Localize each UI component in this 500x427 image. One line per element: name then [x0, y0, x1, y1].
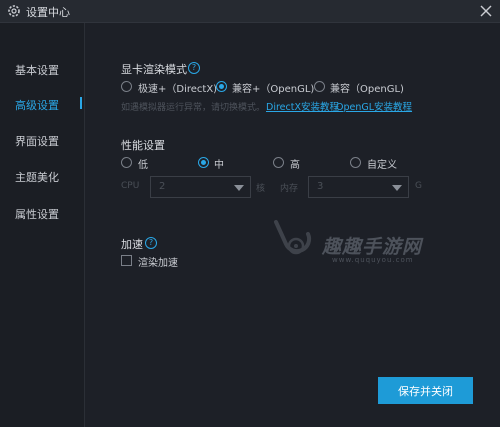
performance-medium-label[interactable]: 中 — [214, 156, 224, 171]
performance-heading: 性能设置 — [121, 139, 165, 152]
dropdown-arrow-icon — [392, 185, 402, 191]
performance-custom-radio[interactable] — [350, 157, 361, 168]
performance-medium-radio[interactable] — [198, 157, 209, 168]
render-option-opengl-plus-label[interactable]: 兼容+（OpenGL) — [232, 80, 314, 95]
cpu-unit: 核 — [256, 184, 266, 194]
render-mode-note: 如遇模拟器运行异常，请切换模式。 — [121, 103, 266, 113]
help-icon[interactable]: ? — [188, 62, 200, 74]
cpu-value: 2 — [159, 181, 166, 192]
sidebar-item-properties[interactable]: 属性设置 — [15, 206, 59, 222]
save-and-close-button[interactable]: 保存并关闭 — [378, 377, 473, 404]
cpu-select[interactable]: 2 — [150, 176, 251, 198]
help-icon[interactable]: ? — [145, 237, 157, 249]
render-option-opengl-radio[interactable] — [314, 81, 325, 92]
dropdown-arrow-icon — [234, 185, 244, 191]
watermark-url: www.ququyou.com — [332, 256, 414, 264]
render-option-directx-label[interactable]: 极速+（DirectX) — [138, 80, 217, 95]
sidebar-item-interface[interactable]: 界面设置 — [15, 133, 59, 149]
performance-high-label[interactable]: 高 — [290, 156, 300, 171]
sidebar-item-advanced[interactable]: 高级设置 — [15, 97, 59, 113]
memory-label: 内存 — [280, 184, 299, 194]
memory-value: 3 — [317, 181, 324, 192]
render-option-opengl-label[interactable]: 兼容（OpenGL) — [330, 80, 404, 95]
directx-tutorial-link[interactable]: DirectX安装教程 — [266, 99, 339, 113]
cpu-label: CPU — [121, 181, 140, 191]
render-option-directx-radio[interactable] — [121, 81, 132, 92]
window-title: 设置中心 — [26, 6, 70, 19]
performance-high-radio[interactable] — [273, 157, 284, 168]
opengl-tutorial-link[interactable]: OpenGL安装教程 — [336, 99, 412, 113]
render-option-opengl-plus-radio[interactable] — [216, 81, 227, 92]
title-bar: 设置中心 — [0, 0, 500, 23]
watermark-text: 趣趣手游网 — [322, 236, 423, 258]
sidebar-item-theme[interactable]: 主题美化 — [15, 169, 59, 185]
render-acceleration-label[interactable]: 渲染加速 — [138, 254, 178, 269]
sidebar: 基本设置 高级设置 界面设置 主题美化 属性设置 — [0, 23, 85, 427]
memory-select[interactable]: 3 — [308, 176, 409, 198]
sidebar-item-basic[interactable]: 基本设置 — [15, 62, 59, 78]
gear-icon — [8, 5, 20, 17]
render-acceleration-checkbox[interactable] — [121, 255, 132, 266]
watermark-logo-icon — [274, 220, 312, 255]
active-indicator — [80, 97, 82, 109]
performance-low-radio[interactable] — [121, 157, 132, 168]
close-icon[interactable] — [478, 3, 494, 19]
acceleration-heading: 加速 — [121, 238, 143, 251]
performance-custom-label[interactable]: 自定义 — [367, 156, 397, 171]
performance-low-label[interactable]: 低 — [138, 156, 148, 171]
render-mode-heading: 显卡渲染模式 — [121, 63, 187, 76]
memory-unit: G — [415, 181, 422, 191]
